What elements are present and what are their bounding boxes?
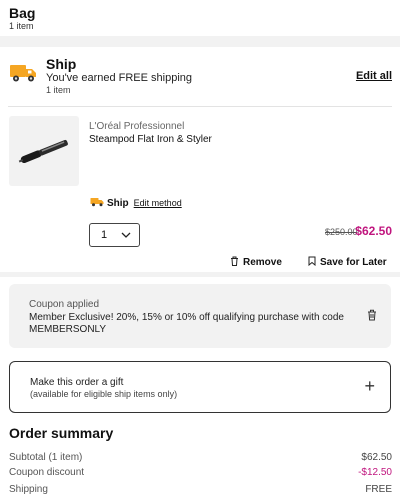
ship-method: Ship Edit method bbox=[90, 194, 182, 212]
free-shipping-message: You've earned FREE shipping bbox=[46, 72, 193, 84]
gift-option-button[interactable]: Make this order a gift (available for el… bbox=[9, 361, 391, 413]
gift-title: Make this order a gift bbox=[30, 377, 124, 388]
plus-icon: + bbox=[364, 376, 375, 396]
product-name[interactable]: Steampod Flat Iron & Styler bbox=[89, 134, 212, 145]
coupon-title: Coupon applied bbox=[29, 299, 100, 310]
order-summary-title: Order summary bbox=[9, 425, 114, 441]
summary-value: -$12.50 bbox=[358, 467, 392, 478]
page-title: Bag bbox=[9, 5, 36, 21]
truck-icon bbox=[9, 63, 37, 88]
truck-icon bbox=[90, 194, 104, 212]
ship-title: Ship bbox=[46, 56, 77, 72]
ship-section: Ship You've earned FREE shipping 1 item … bbox=[0, 47, 400, 101]
original-price: $250.00 bbox=[325, 227, 358, 237]
edit-all-link[interactable]: Edit all bbox=[356, 70, 392, 82]
summary-value: FREE bbox=[365, 484, 392, 495]
bag-header: Bag 1 item bbox=[9, 5, 35, 32]
remove-label: Remove bbox=[243, 257, 282, 268]
chevron-down-icon bbox=[121, 229, 131, 241]
product-brand: L'Oréal Professionnel bbox=[89, 121, 185, 132]
ship-method-label: Ship bbox=[107, 197, 129, 209]
summary-label: Shipping bbox=[9, 484, 48, 495]
trash-icon bbox=[230, 256, 243, 269]
summary-label: Coupon discount bbox=[9, 467, 85, 478]
quantity-select[interactable]: 1 bbox=[89, 223, 140, 247]
section-separator bbox=[0, 272, 400, 277]
summary-row: Shipping FREE bbox=[9, 484, 392, 495]
save-for-later-button[interactable]: Save for Later bbox=[308, 256, 387, 269]
trash-icon[interactable] bbox=[367, 308, 377, 326]
bookmark-icon bbox=[308, 256, 320, 269]
bag-item-count: 1 item bbox=[9, 21, 34, 31]
section-separator bbox=[0, 36, 400, 47]
coupon-description: Member Exclusive! 20%, 15% or 10% off qu… bbox=[29, 312, 344, 335]
summary-value: $62.50 bbox=[361, 452, 392, 463]
save-for-later-label: Save for Later bbox=[320, 257, 387, 268]
remove-button[interactable]: Remove bbox=[230, 256, 282, 269]
sale-price: $62.50 bbox=[355, 224, 392, 238]
summary-row: Subtotal (1 item) $62.50 bbox=[9, 452, 392, 463]
ship-item-count: 1 item bbox=[46, 85, 71, 95]
gift-subtitle: (available for eligible ship items only) bbox=[30, 389, 178, 399]
divider bbox=[8, 106, 392, 107]
coupon-panel: Coupon applied Member Exclusive! 20%, 15… bbox=[9, 284, 391, 348]
edit-method-link[interactable]: Edit method bbox=[134, 198, 182, 208]
quantity-value: 1 bbox=[101, 229, 108, 241]
product-image[interactable] bbox=[9, 116, 79, 186]
summary-row: Coupon discount -$12.50 bbox=[9, 467, 392, 478]
summary-label: Subtotal (1 item) bbox=[9, 452, 83, 463]
